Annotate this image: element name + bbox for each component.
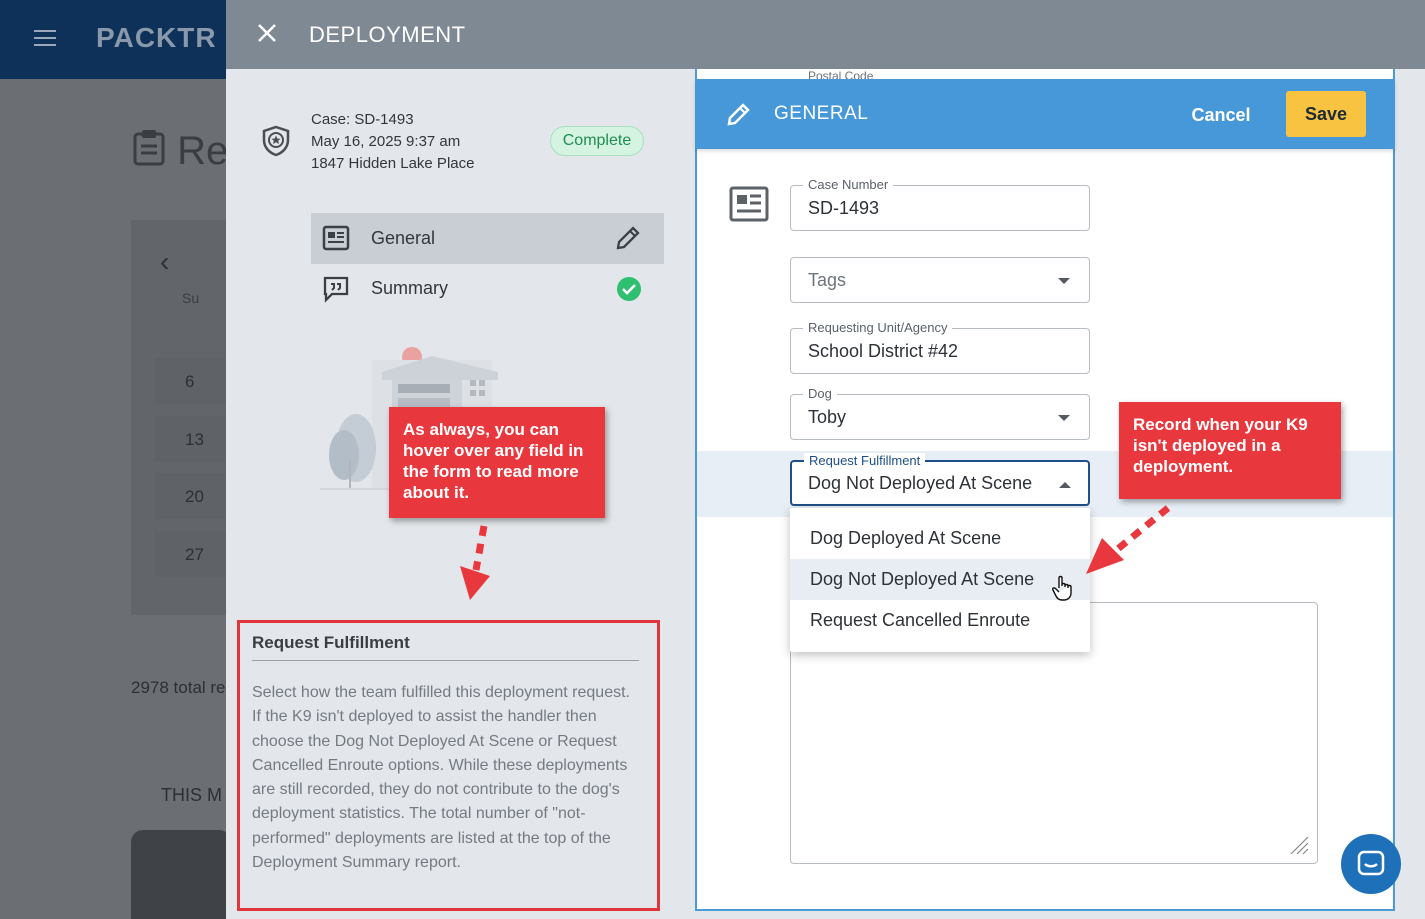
requesting-unit-label: Requesting Unit/Agency	[803, 320, 953, 335]
calendar-day[interactable]: 13	[155, 416, 235, 462]
menu-icon[interactable]	[34, 30, 56, 48]
nav-item-general[interactable]	[311, 213, 665, 264]
request-fulfillment-dropdown: Dog Deployed At Scene Dog Not Deployed A…	[790, 508, 1090, 652]
callout-k9-not-deployed: Record when your K9 isn't deployed in a …	[1119, 402, 1341, 499]
hand-cursor-icon	[1052, 575, 1072, 601]
check-circle-icon	[617, 277, 641, 301]
pencil-icon	[727, 103, 750, 126]
dog-value: Toby	[808, 407, 847, 427]
article-icon	[322, 225, 350, 251]
dotted-arrow-down-icon	[460, 525, 490, 600]
chat-launcher-button[interactable]	[1341, 834, 1401, 894]
general-section-title: GENERAL	[774, 103, 869, 124]
requesting-unit-value: School District #42	[808, 341, 959, 361]
case-number-line: Case: SD-1493	[311, 111, 414, 128]
dropdown-option[interactable]: Request Cancelled Enroute	[790, 600, 1090, 641]
nav-item-summary-label[interactable]: Summary	[371, 278, 448, 299]
status-badge: Complete	[550, 126, 644, 156]
requesting-unit-field[interactable]: Requesting Unit/Agency School District #…	[790, 320, 1090, 374]
dropdown-option[interactable]: Dog Deployed At Scene	[790, 518, 1090, 559]
tags-placeholder: Tags	[808, 270, 847, 290]
background-bottom-card	[131, 830, 231, 919]
article-icon	[729, 186, 769, 222]
chat-icon	[1357, 850, 1385, 876]
case-date-line: May 16, 2025 9:37 am	[311, 133, 461, 150]
dog-label: Dog	[803, 386, 837, 401]
case-number-label: Case Number	[803, 177, 894, 192]
background-section-text: THIS M	[161, 785, 222, 805]
chevron-down-icon	[1058, 278, 1070, 284]
save-button[interactable]: Save	[1286, 91, 1366, 137]
close-icon[interactable]	[256, 22, 278, 46]
tags-select[interactable]: Tags	[790, 257, 1090, 303]
background-title-text: Re	[177, 129, 229, 173]
case-number-value: SD-1493	[808, 198, 880, 218]
help-body: Select how the team fulfilled this deplo…	[252, 684, 630, 872]
dropdown-option[interactable]: Dog Not Deployed At Scene	[790, 559, 1090, 600]
request-fulfillment-select[interactable]: Request Fulfillment Dog Not Deployed At …	[790, 453, 1090, 506]
help-divider	[252, 660, 639, 661]
calendar-day[interactable]: 20	[155, 473, 235, 519]
chevron-down-icon	[1058, 415, 1070, 421]
callout-hover-tip: As always, you can hover over any field …	[389, 407, 605, 518]
help-title: Request Fulfillment	[252, 633, 410, 652]
chevron-left-icon[interactable]: ‹	[160, 246, 169, 278]
cancel-button[interactable]: Cancel	[1180, 95, 1262, 135]
calendar-day[interactable]: 27	[155, 531, 235, 577]
background-total-text: 2978 total re	[131, 678, 226, 697]
quote-bubble-icon	[323, 276, 349, 303]
background-page-title: Re	[132, 128, 228, 174]
clipboard-icon	[133, 130, 165, 166]
request-fulfillment-value: Dog Not Deployed At Scene	[808, 473, 1033, 493]
field-help-panel: Request Fulfillment Select how the team …	[237, 620, 660, 911]
pencil-icon[interactable]	[614, 224, 642, 252]
request-fulfillment-label: Request Fulfillment	[804, 453, 926, 468]
shield-star-icon	[262, 125, 290, 157]
case-address-line: 1847 Hidden Lake Place	[311, 155, 475, 172]
dotted-arrow-left-icon	[1086, 505, 1171, 574]
resize-handle-icon[interactable]	[1289, 835, 1309, 855]
weekday-label: Su	[182, 290, 200, 306]
panel-title: DEPLOYMENT	[309, 22, 466, 47]
calendar-day[interactable]: 6	[155, 358, 235, 404]
app-logo: PACKTR	[96, 22, 217, 53]
dog-select[interactable]: Dog Toby	[790, 386, 1090, 440]
nav-item-general-label: General	[371, 228, 436, 248]
chevron-up-icon	[1059, 482, 1071, 488]
case-number-field[interactable]: Case Number SD-1493	[790, 177, 1090, 231]
